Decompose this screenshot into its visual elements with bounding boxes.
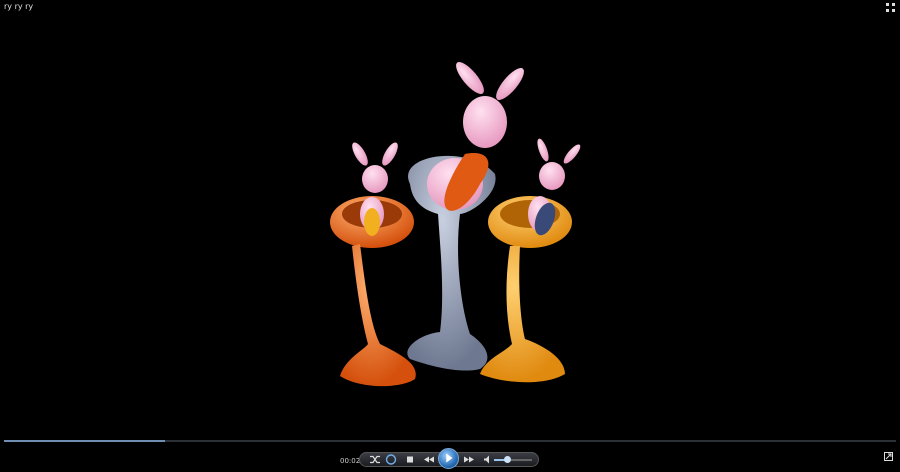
- transport-controls: 00:02: [0, 444, 900, 471]
- seek-bar[interactable]: [4, 440, 896, 442]
- window-title: ry ry ry: [4, 2, 34, 11]
- stop-icon[interactable]: [405, 453, 415, 466]
- shuffle-icon[interactable]: [369, 453, 381, 466]
- seek-progress: [4, 440, 165, 442]
- previous-icon[interactable]: [423, 453, 435, 466]
- yellow-stool: [480, 196, 572, 383]
- video-frame[interactable]: [0, 14, 900, 438]
- speaker-icon[interactable]: [483, 453, 493, 466]
- play-button[interactable]: [438, 448, 459, 469]
- fullscreen-icon[interactable]: [886, 3, 895, 12]
- repeat-icon[interactable]: [385, 453, 397, 466]
- switch-to-library-icon[interactable]: [884, 452, 893, 461]
- next-icon[interactable]: [463, 453, 475, 466]
- middle-bunny: [427, 62, 524, 211]
- volume-slider[interactable]: [494, 456, 532, 463]
- elapsed-time: 00:02: [340, 457, 361, 465]
- play-icon: [446, 453, 453, 463]
